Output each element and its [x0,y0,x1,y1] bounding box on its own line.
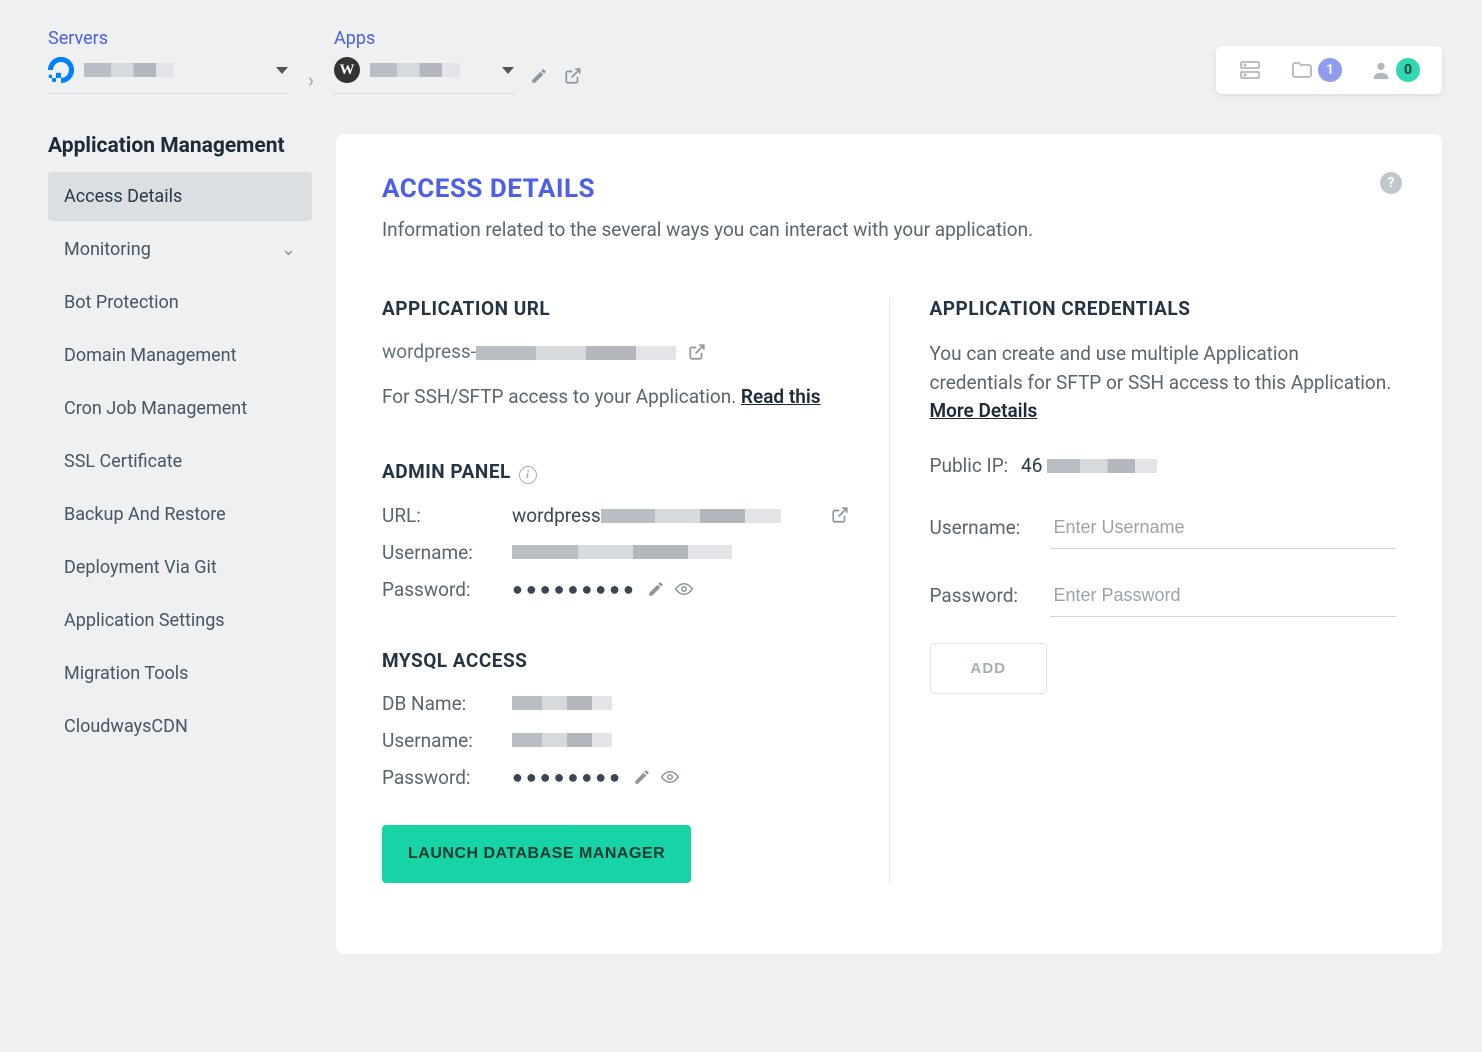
apps-breadcrumb-label: Apps [334,28,614,49]
ssh-sftp-note: For SSH/SFTP access to your Application.… [382,383,849,412]
sidebar-item-bot-protection[interactable]: Bot Protection [48,278,312,327]
db-username-value [512,733,612,747]
sidebar-item-monitoring[interactable]: Monitoring⌄ [48,225,312,274]
servers-breadcrumb-label: Servers [48,28,288,49]
more-details-link[interactable]: More Details [930,399,1038,422]
pencil-icon[interactable] [633,768,651,786]
db-username-label: Username: [382,729,512,752]
admin-password-label: Password: [382,578,512,601]
page-title: ACCESS DETAILS [382,174,1396,204]
pencil-icon[interactable] [530,67,548,85]
projects-badge: 1 [1318,58,1342,82]
sidebar-item-migration-tools[interactable]: Migration Tools [48,649,312,698]
cred-password-label: Password: [930,584,1050,607]
add-credential-button[interactable]: ADD [930,643,1048,694]
eye-icon[interactable] [661,768,679,786]
external-link-icon[interactable] [564,67,582,85]
caret-down-icon [502,67,514,74]
admin-username-value [512,545,732,559]
pencil-icon[interactable] [647,580,665,598]
projects-indicator[interactable]: 1 [1290,58,1342,82]
help-icon[interactable]: ? [1380,172,1402,194]
public-ip-value: 46 [1021,454,1157,477]
breadcrumb-separator: › [308,68,314,92]
admin-url-label: URL: [382,504,512,527]
user-icon [1370,59,1392,81]
admin-url-value: wordpress [512,504,849,527]
page-subtitle: Information related to the several ways … [382,218,1396,241]
public-ip-label: Public IP: [930,454,1009,477]
db-password-label: Password: [382,766,512,789]
team-badge: 0 [1396,58,1420,82]
sidebar-item-access-details[interactable]: Access Details [48,172,312,221]
sidebar-item-application-settings[interactable]: Application Settings [48,596,312,645]
application-url-value: wordpress- [382,340,676,363]
external-link-icon[interactable] [688,343,706,361]
admin-username-label: Username: [382,541,512,564]
app-selector[interactable]: W [334,57,514,94]
server-list-icon[interactable] [1238,58,1262,82]
sidebar-item-domain-management[interactable]: Domain Management [48,331,312,380]
sidebar-item-ssl-certificate[interactable]: SSL Certificate [48,437,312,486]
db-name-value [512,696,612,710]
server-selector[interactable] [48,57,288,94]
db-name-label: DB Name: [382,692,512,715]
credentials-description: You can create and use multiple Applicat… [930,340,1397,426]
external-link-icon[interactable] [831,506,849,524]
digitalocean-icon [48,57,74,83]
db-password-mask: ●●●●●●●● [512,767,623,788]
sidebar-item-cron-job-management[interactable]: Cron Job Management [48,384,312,433]
application-url-heading: APPLICATION URL [382,297,849,320]
info-icon[interactable]: i [519,466,537,484]
sidebar-title: Application Management [48,134,312,158]
wordpress-icon: W [334,57,360,83]
eye-icon[interactable] [675,580,693,598]
app-name-redacted [370,63,460,77]
admin-panel-heading: ADMIN PANELi [382,460,849,484]
caret-down-icon [276,67,288,74]
sidebar-item-backup-restore[interactable]: Backup And Restore [48,490,312,539]
application-credentials-heading: APPLICATION CREDENTIALS [930,297,1397,320]
cred-password-input[interactable] [1050,575,1397,617]
sidebar-item-deployment-git[interactable]: Deployment Via Git [48,543,312,592]
launch-database-manager-button[interactable]: LAUNCH DATABASE MANAGER [382,825,691,883]
cred-username-input[interactable] [1050,507,1397,549]
sidebar-item-cloudways-cdn[interactable]: CloudwaysCDN [48,702,312,751]
team-indicator[interactable]: 0 [1370,58,1420,82]
top-actions: 1 0 [1216,46,1442,94]
folder-icon [1290,58,1314,82]
server-name-redacted [84,63,174,77]
admin-password-mask: ●●●●●●●●● [512,579,637,600]
read-this-link[interactable]: Read this [741,385,821,408]
cred-username-label: Username: [930,516,1050,539]
mysql-access-heading: MYSQL ACCESS [382,649,849,672]
chevron-down-icon: ⌄ [281,239,296,260]
